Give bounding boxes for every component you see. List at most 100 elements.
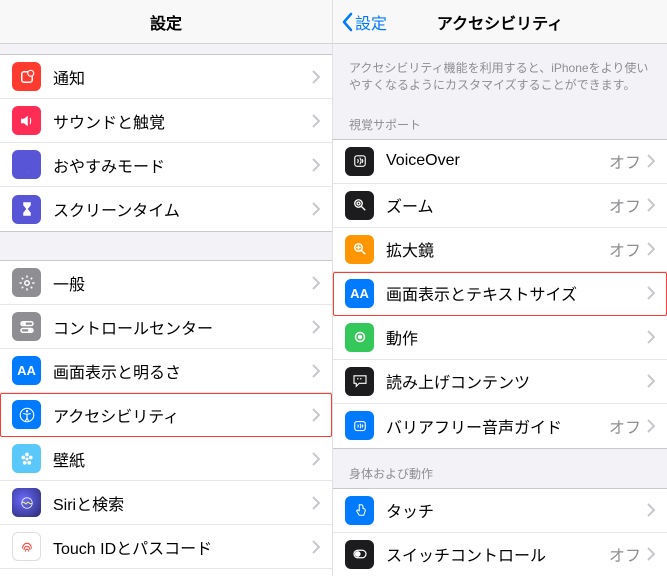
row-label: おやすみモード (53, 153, 312, 177)
chevron-right-icon (312, 114, 320, 128)
row-displaytext[interactable]: AA 画面表示とテキストサイズ (333, 272, 667, 316)
chevron-right-icon (312, 364, 320, 378)
accessibility-pane: 設定 アクセシビリティ アクセシビリティ機能を利用すると、iPhoneをより使い… (333, 0, 667, 576)
chevron-right-icon (312, 276, 320, 290)
navbar-right: 設定 アクセシビリティ (333, 0, 667, 44)
back-button[interactable]: 設定 (341, 10, 387, 34)
row-display[interactable]: AA 画面表示と明るさ (0, 349, 332, 393)
row-motion[interactable]: 動作 (333, 316, 667, 360)
chevron-right-icon (647, 547, 655, 561)
chevron-right-icon (647, 419, 655, 433)
accessibility-list[interactable]: アクセシビリティ機能を利用すると、iPhoneをより使いやすくなるようにカスタマ… (333, 44, 667, 576)
settings-list[interactable]: 通知 サウンドと触覚 おやすみモード ス (0, 44, 332, 576)
chevron-right-icon (647, 330, 655, 344)
navbar-title: 設定 (150, 10, 182, 34)
fingerprint-icon (12, 532, 41, 561)
row-label: 画面表示と明るさ (53, 359, 312, 383)
row-label: スクリーンタイム (53, 197, 312, 221)
row-label: 一般 (53, 271, 312, 295)
row-label: 通知 (53, 65, 312, 89)
row-label: VoiceOver (386, 152, 609, 170)
chevron-right-icon (312, 158, 320, 172)
row-label: サウンドと触覚 (53, 109, 312, 133)
row-sos[interactable]: SOS 緊急SOS (0, 569, 332, 576)
description-text: アクセシビリティ機能を利用すると、iPhoneをより使いやすくなるようにカスタマ… (333, 44, 667, 100)
row-controlcenter[interactable]: コントロールセンター (0, 305, 332, 349)
row-zoom[interactable]: ズーム オフ (333, 184, 667, 228)
row-value: オフ (609, 149, 641, 173)
voiceover-icon (345, 147, 374, 176)
chevron-right-icon (647, 198, 655, 212)
chevron-right-icon (647, 154, 655, 168)
chevron-right-icon (647, 242, 655, 256)
row-label: Touch IDとパスコード (53, 535, 312, 559)
chevron-left-icon (341, 12, 353, 32)
row-label: 画面表示とテキストサイズ (386, 281, 647, 305)
row-magnifier[interactable]: 拡大鏡 オフ (333, 228, 667, 272)
chevron-right-icon (647, 503, 655, 517)
row-general[interactable]: 一般 (0, 261, 332, 305)
row-dnd[interactable]: おやすみモード (0, 143, 332, 187)
row-label: アクセシビリティ (53, 403, 312, 427)
back-label: 設定 (355, 10, 387, 34)
row-touchid[interactable]: Touch IDとパスコード (0, 525, 332, 569)
speech-bubble-icon (345, 367, 374, 396)
section-header-visual: 視覚サポート (333, 100, 667, 139)
row-voiceover[interactable]: VoiceOver オフ (333, 140, 667, 184)
row-label: コントロールセンター (53, 315, 312, 339)
chevron-right-icon (647, 374, 655, 388)
row-label: タッチ (386, 498, 647, 522)
notifications-icon (12, 62, 41, 91)
flower-icon (12, 444, 41, 473)
row-label: ズーム (386, 193, 609, 217)
moon-icon (12, 150, 41, 179)
row-value: オフ (609, 542, 641, 566)
row-accessibility[interactable]: アクセシビリティ (0, 393, 332, 437)
siri-icon (12, 488, 41, 517)
chevron-right-icon (312, 70, 320, 84)
navbar-left: 設定 (0, 0, 332, 44)
visual-group: VoiceOver オフ ズーム オフ 拡大鏡 オフ (333, 139, 667, 449)
settings-group-1: 通知 サウンドと触覚 おやすみモード ス (0, 54, 332, 232)
row-value: オフ (609, 237, 641, 261)
row-spoken[interactable]: 読み上げコンテンツ (333, 360, 667, 404)
row-label: 拡大鏡 (386, 237, 609, 261)
row-label: スイッチコントロール (386, 542, 609, 566)
switch-control-icon (345, 540, 374, 569)
row-audiodesc[interactable]: バリアフリー音声ガイド オフ (333, 404, 667, 448)
chevron-right-icon (312, 452, 320, 466)
row-siri[interactable]: Siriと検索 (0, 481, 332, 525)
physical-group: タッチ スイッチコントロール オフ 音声コントロール オフ (333, 488, 667, 576)
row-value: オフ (609, 193, 641, 217)
row-switchctrl[interactable]: スイッチコントロール オフ (333, 533, 667, 576)
row-wallpaper[interactable]: 壁紙 (0, 437, 332, 481)
row-touch[interactable]: タッチ (333, 489, 667, 533)
row-label: バリアフリー音声ガイド (386, 414, 609, 438)
row-label: Siriと検索 (53, 491, 312, 515)
chevron-right-icon (312, 320, 320, 334)
accessibility-icon (12, 400, 41, 429)
settings-pane: 設定 通知 サウンドと触覚 おやすみモード (0, 0, 333, 576)
navbar-title: アクセシビリティ (437, 10, 563, 34)
settings-group-2: 一般 コントロールセンター AA 画面表示と明るさ アクセシビリティ (0, 260, 332, 576)
row-label: 読み上げコンテンツ (386, 369, 647, 393)
text-size-icon: AA (345, 279, 374, 308)
chevron-right-icon (647, 286, 655, 300)
row-value: オフ (609, 414, 641, 438)
chevron-right-icon (312, 496, 320, 510)
row-screentime[interactable]: スクリーンタイム (0, 187, 332, 231)
zoom-icon (345, 191, 374, 220)
row-notifications[interactable]: 通知 (0, 55, 332, 99)
text-size-icon: AA (12, 356, 41, 385)
row-sounds[interactable]: サウンドと触覚 (0, 99, 332, 143)
magnifier-icon (345, 235, 374, 264)
motion-icon (345, 323, 374, 352)
chevron-right-icon (312, 408, 320, 422)
chevron-right-icon (312, 202, 320, 216)
touch-icon (345, 496, 374, 525)
sounds-icon (12, 106, 41, 135)
section-header-physical: 身体および動作 (333, 449, 667, 488)
chevron-right-icon (312, 540, 320, 554)
row-label: 動作 (386, 325, 647, 349)
gear-icon (12, 268, 41, 297)
